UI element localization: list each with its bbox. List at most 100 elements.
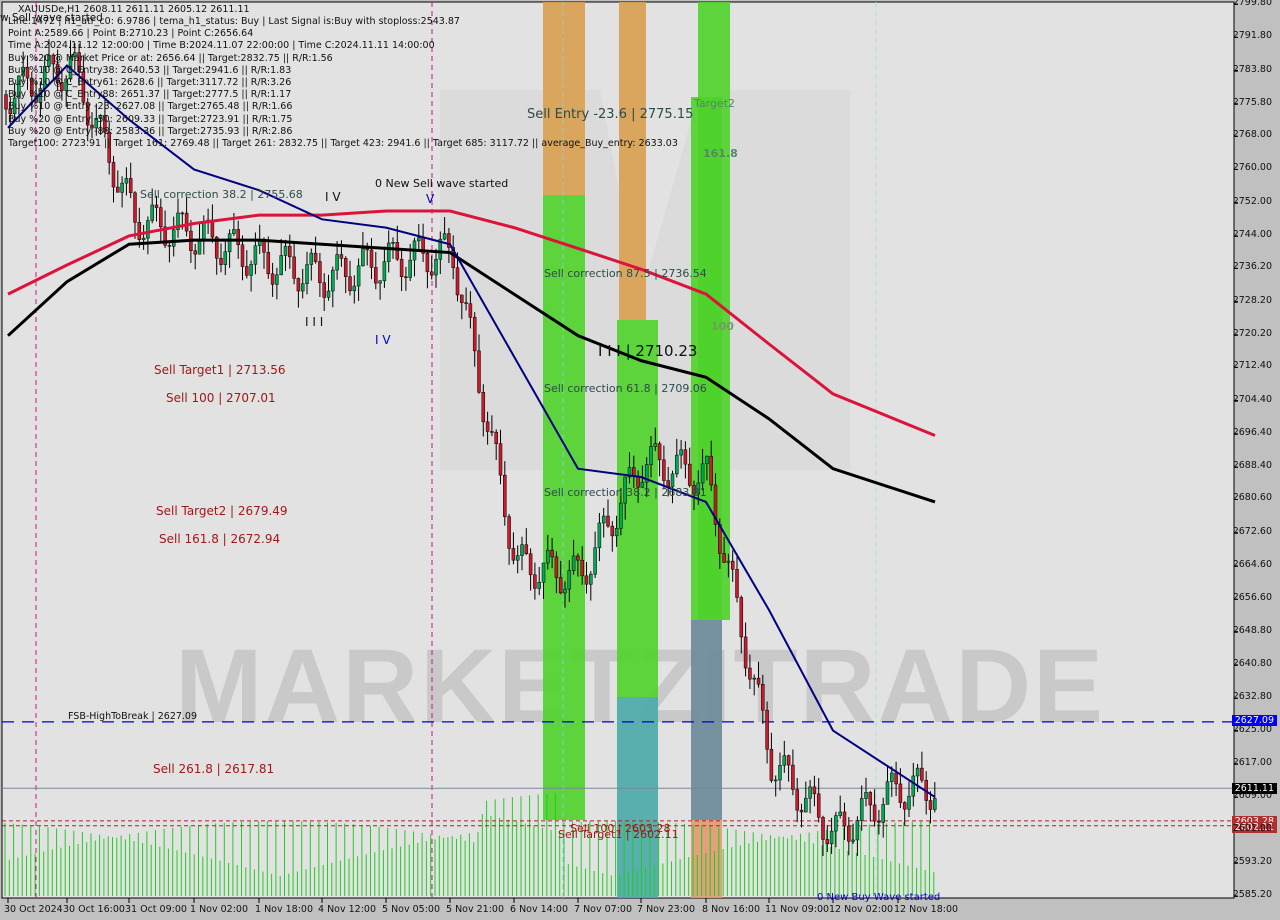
info-line: Buy %20 @ Market Price or at: 2656.64 ||… <box>8 52 333 64</box>
candle-body <box>735 569 739 598</box>
candle-body <box>309 252 314 265</box>
new-sell-wave-label: 0 New Sell wave started <box>375 177 509 190</box>
info-line: Line:1472 | h1_atr_c0: 6.9786 | tema_h1_… <box>8 16 460 27</box>
sell-correction-618-label: Sell correction 61.8 | 2709.06 <box>544 382 707 395</box>
sell-100-label: Sell 100 | 2707.01 <box>166 391 276 405</box>
candle-body <box>374 267 378 284</box>
x-tick-label: 30 Oct 16:00 <box>63 904 125 915</box>
y-tick-label: 2617.00 <box>1232 756 1272 768</box>
candle-body <box>589 573 593 585</box>
candle-body <box>339 254 344 259</box>
candle-body <box>386 242 391 262</box>
candle-body <box>425 253 430 273</box>
y-tick-label: 2696.40 <box>1232 426 1272 438</box>
candle-body <box>460 294 464 303</box>
candle-body <box>137 222 142 240</box>
candle-body <box>705 455 709 465</box>
candle-body <box>761 684 765 711</box>
candle-body <box>167 245 172 247</box>
signal-zones <box>543 2 730 898</box>
candle-body <box>429 271 434 276</box>
candle-body <box>765 709 769 750</box>
fsb-high-label: FSB-HighToBreak | 2627.09 <box>68 711 198 722</box>
candle-body <box>898 783 903 803</box>
sell-correction-875-label: Sell correction 87.5 | 2736.54 <box>544 267 707 280</box>
candle-body <box>907 795 911 810</box>
candle-body <box>356 265 361 287</box>
y-tick-label: 2736.20 <box>1232 261 1272 273</box>
y-tick-label: 2704.40 <box>1232 393 1272 405</box>
candle-body <box>369 249 374 268</box>
candle-body <box>541 562 546 583</box>
candle-body <box>515 555 520 561</box>
candle-body <box>928 800 933 810</box>
x-tick-label: 31 Oct 09:00 <box>125 904 187 915</box>
candle-body <box>120 182 124 193</box>
candle-body <box>855 820 860 841</box>
candle-body <box>700 463 705 484</box>
candle-body <box>232 229 236 234</box>
candle-body <box>348 276 352 292</box>
info-line: Target100: 2723.91 || Target 161: 2769.4… <box>8 138 678 149</box>
candle-body <box>335 254 339 271</box>
y-tick-label: 2680.60 <box>1232 492 1272 504</box>
candle-body <box>868 792 873 806</box>
info-line: Point A:2589.66 | Point B:2710.23 | Poin… <box>8 28 254 40</box>
candle-body <box>417 237 421 242</box>
candle-body <box>842 811 847 827</box>
candle-body <box>597 522 602 549</box>
candle-body <box>722 553 726 563</box>
candle-body <box>503 474 507 517</box>
wave-iv-label-1: I V <box>325 190 341 204</box>
zone-bar <box>691 620 722 820</box>
candle-body <box>778 765 782 781</box>
candle-body <box>511 548 516 561</box>
candle-body <box>154 204 159 208</box>
candle-body <box>223 251 228 265</box>
candle-body <box>524 544 529 554</box>
candle-body <box>825 839 830 845</box>
wave-iii-label: I I I <box>305 315 324 329</box>
candle-body <box>752 677 756 680</box>
fib-1618-label: 161.8 <box>703 147 738 160</box>
candle-body <box>292 256 296 279</box>
candle-body <box>184 212 189 232</box>
candle-body <box>670 473 675 488</box>
candle-body <box>180 212 185 215</box>
x-tick-label: 1 Nov 18:00 <box>255 904 314 915</box>
candle-body <box>150 204 154 221</box>
y-tick-label: 2632.80 <box>1232 691 1272 703</box>
candle-body <box>872 804 877 822</box>
y-tick-label: 2799.80 <box>1232 0 1272 8</box>
candle-body <box>653 443 658 447</box>
candle-body <box>343 258 348 277</box>
y-tick-label: 2688.40 <box>1232 460 1272 472</box>
zone-bar <box>617 697 658 898</box>
candle-body <box>730 560 735 570</box>
candle-body <box>361 248 365 267</box>
y-tick-label: 2601.00 <box>1232 823 1272 835</box>
y-tick-label: 2593.20 <box>1232 855 1272 867</box>
candle-body <box>128 178 133 194</box>
candle-body <box>464 302 468 304</box>
candle-body <box>322 282 326 298</box>
candle-body <box>933 798 937 810</box>
y-tick-label: 2712.40 <box>1232 360 1272 372</box>
candle-body <box>477 350 481 393</box>
candle-body <box>679 449 683 456</box>
zone-bar <box>691 820 722 898</box>
y-tick-label: 2648.80 <box>1232 624 1272 636</box>
x-tick-label: 5 Nov 05:00 <box>382 904 441 915</box>
sell-target2-label: Sell Target2 | 2679.49 <box>156 504 288 518</box>
candle-body <box>782 755 787 766</box>
candle-body <box>404 276 408 278</box>
candle-body <box>378 280 382 284</box>
candle-body <box>614 528 619 537</box>
candle-body <box>558 577 563 594</box>
candle-body <box>877 820 881 823</box>
y-tick-label: 2672.60 <box>1232 525 1272 537</box>
candle-body <box>799 809 804 813</box>
candle-body <box>675 454 679 475</box>
candle-body <box>266 252 271 275</box>
candle-body <box>786 755 791 766</box>
